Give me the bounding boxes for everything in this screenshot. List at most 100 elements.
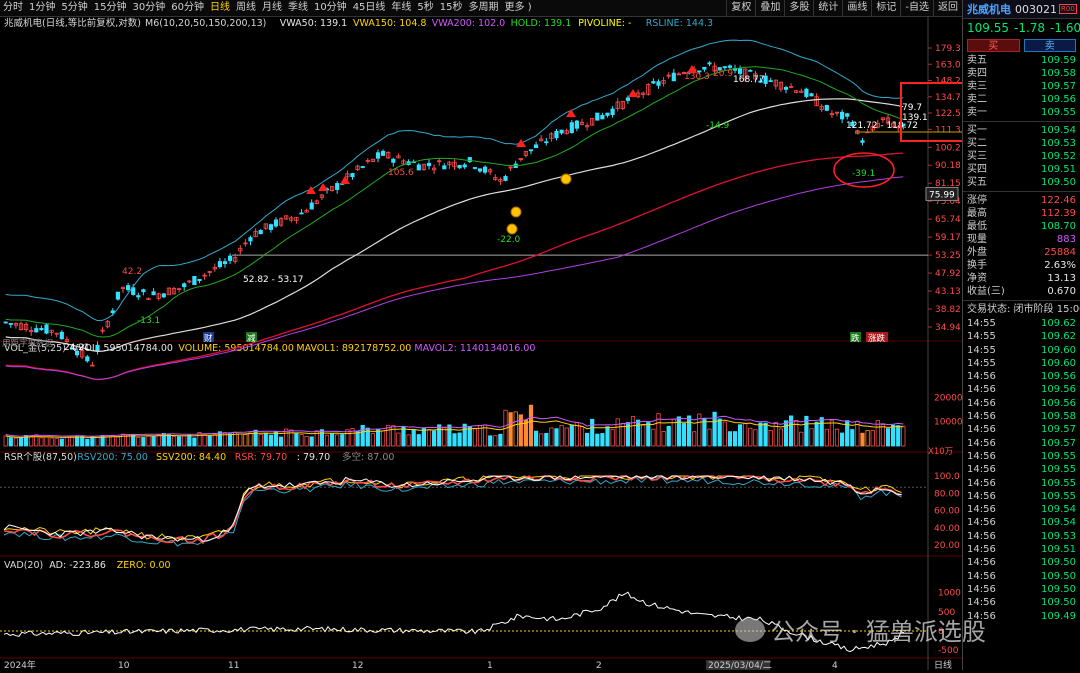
toolbar-button[interactable]: 叠加: [755, 0, 784, 16]
volume-bar: [141, 437, 146, 447]
toolbar-button[interactable]: 统计: [813, 0, 842, 16]
volume-bar: [758, 422, 763, 447]
candle-body: [110, 310, 115, 314]
toolbar-button[interactable]: 多股: [784, 0, 813, 16]
period-tab[interactable]: 15分钟: [91, 0, 130, 16]
candle-body: [59, 331, 64, 340]
volume-bar: [467, 426, 472, 447]
quote-row: 最高 112.39: [963, 207, 1080, 220]
period-tab[interactable]: 5秒: [414, 0, 436, 16]
quote-label: 卖三: [967, 81, 987, 92]
volume-bar: [355, 431, 360, 447]
period-tab[interactable]: 多周期: [466, 0, 502, 16]
period-tab[interactable]: 5分钟: [58, 0, 90, 16]
tick-row: 14:56 109.50: [963, 596, 1080, 609]
quote-label: 现量: [967, 234, 987, 245]
volume-bar: [64, 436, 69, 447]
tick-price: 109.56: [1041, 384, 1076, 396]
tick-row: 14:56 109.58: [963, 410, 1080, 423]
toolbar-button[interactable]: 标记: [871, 0, 900, 16]
volume-bar: [702, 418, 707, 447]
chart-canvas[interactable]: 兆威机电(日线,等比前复权,对数) M6(10,20,50,150,200,13)…: [0, 16, 963, 671]
period-tab[interactable]: 周线: [233, 0, 259, 16]
candle-body: [309, 202, 314, 210]
candle-body: [380, 150, 386, 156]
volume-bar: [171, 436, 177, 447]
volume-bar: [396, 432, 401, 447]
period-tab[interactable]: 30分钟: [129, 0, 168, 16]
main-legend-item: VWA150: 104.8: [353, 18, 426, 29]
period-tab[interactable]: 日线: [207, 0, 233, 16]
volume-bar: [431, 430, 437, 447]
tag-jian: 减: [247, 333, 256, 344]
period-tab[interactable]: 年线: [388, 0, 414, 16]
toolbar-button[interactable]: 画线: [842, 0, 871, 16]
rsr-axis-label: 20.00: [934, 541, 960, 551]
volume-bar: [294, 433, 299, 447]
period-tab[interactable]: 更多 ): [502, 0, 535, 16]
candle-body: [503, 176, 508, 181]
tick-list[interactable]: 14:55 109.62 14:55 109.62 14:55 109.60 14:55 10…: [963, 317, 1080, 623]
period-tab[interactable]: 季线: [285, 0, 311, 16]
tick-row: 14:56 109.55: [963, 463, 1080, 476]
price-tick-label: 90.18: [935, 161, 961, 171]
quote-label: 买一: [967, 125, 987, 136]
period-tab[interactable]: 1分钟: [26, 0, 58, 16]
candle-body: [299, 212, 304, 215]
volume-bar: [3, 435, 8, 447]
candle-body: [350, 173, 355, 178]
price-tick-label: 65.74: [935, 215, 961, 225]
quote-row: 卖五 109.59: [963, 54, 1080, 67]
tick-price: 109.56: [1041, 397, 1076, 409]
period-tab[interactable]: 月线: [259, 0, 285, 16]
x-axis-label: 12: [352, 661, 363, 670]
tick-time: 14:56: [967, 437, 996, 449]
candle-body: [161, 293, 166, 298]
tick-time: 14:56: [967, 517, 996, 529]
quote-row: 净资 13.13: [963, 272, 1080, 285]
annotation-right-low: -39.1: [852, 169, 875, 179]
tick-time: 14:55: [967, 357, 996, 369]
volume-bar: [85, 438, 90, 447]
candle-body: [748, 69, 753, 72]
volume-bar: [722, 421, 727, 447]
sell-button[interactable]: 卖: [1023, 39, 1076, 52]
period-tab[interactable]: 45日线: [350, 0, 389, 16]
tick-price: 109.60: [1041, 357, 1076, 369]
watermark: 公众号 · 猛兽派选股: [735, 612, 986, 647]
volume-bar: [380, 430, 386, 447]
signal-triangle: [566, 109, 576, 117]
candle-body: [809, 93, 814, 97]
vad-legend-item: ZERO: 0.00: [117, 560, 171, 571]
watermark-text: 公众号 · 猛兽派选股: [771, 618, 986, 646]
volume-bar: [437, 424, 442, 447]
price-tick-label: 43.13: [935, 287, 961, 297]
period-tab[interactable]: 60分钟: [168, 0, 207, 16]
chart-area[interactable]: 兆威机电(日线,等比前复权,对数) M6(10,20,50,150,200,13)…: [0, 16, 963, 671]
volume-bar: [115, 436, 120, 447]
volume-bar: [136, 437, 141, 447]
tick-price: 109.58: [1041, 411, 1076, 423]
volume-bar: [452, 433, 457, 447]
candle-body: [569, 122, 574, 134]
toolbar-button[interactable]: 返回: [933, 0, 962, 16]
volume-bar: [630, 416, 636, 447]
toolbar-button[interactable]: 复权: [726, 0, 755, 16]
period-toolbar: 分时 1分钟 5分钟 15分钟 30分钟 60分钟 日线 周线 月线 季线 10分钟 45日线 年线 5秒…: [0, 0, 962, 17]
tick-time: 14:56: [967, 597, 996, 609]
tag-die: 跌: [851, 333, 860, 344]
candle-body: [554, 130, 559, 139]
volume-bar: [870, 430, 875, 447]
period-tab[interactable]: 15秒: [437, 0, 466, 16]
quote-value: 25884: [1044, 247, 1076, 258]
period-tab[interactable]: 分时: [0, 0, 26, 16]
toolbar-button[interactable]: -自选: [900, 0, 933, 16]
volume-bar: [416, 434, 421, 447]
quote-label: 卖二: [967, 94, 987, 105]
period-tab[interactable]: 10分钟: [311, 0, 350, 16]
quote-row: 卖一 109.55: [963, 106, 1080, 119]
ask-book: 卖五 109.59 卖四 109.58 卖三 109.57 卖二 109.56 卖一 109.55: [963, 54, 1080, 119]
buy-button[interactable]: 买: [967, 39, 1020, 52]
candle-body: [783, 87, 789, 90]
quote-label: 最高: [967, 208, 987, 219]
